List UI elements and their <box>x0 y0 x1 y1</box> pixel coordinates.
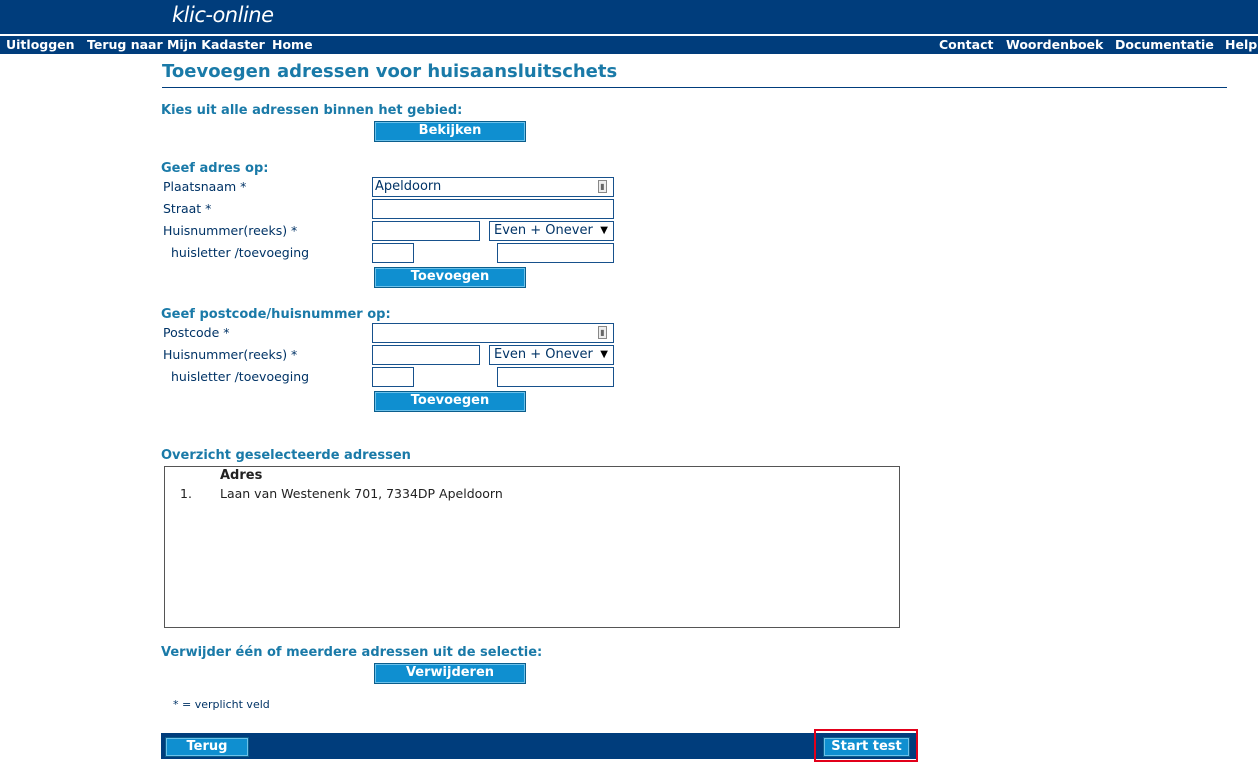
bekijken-button[interactable]: Bekijken <box>374 121 526 142</box>
nav-terug-mijn-kadaster-link[interactable]: Terug naar Mijn Kadaster <box>87 37 265 52</box>
plaatsnaam-value: Apeldoorn <box>375 179 442 194</box>
nav-uitloggen-link[interactable]: Uitloggen <box>6 37 75 52</box>
chevron-down-icon: ▼ <box>600 349 608 360</box>
plaatsnaam-label: Plaatsnaam * <box>163 179 247 194</box>
postcode-parity-selected-value: Even + Onever <box>494 347 593 362</box>
straat-input[interactable] <box>372 199 614 219</box>
toevoeging-input[interactable] <box>497 243 614 263</box>
nav-documentatie-link[interactable]: Documentatie <box>1115 37 1214 52</box>
toevoegen-address-button[interactable]: Toevoegen <box>374 267 526 288</box>
title-divider <box>162 87 1227 88</box>
required-field-note: * = verplicht veld <box>173 698 270 711</box>
plaatsnaam-input[interactable]: Apeldoorn ▮ <box>372 177 614 197</box>
huisletter-label: huisletter /toevoeging <box>171 245 310 260</box>
toevoegen-postcode-button[interactable]: Toevoegen <box>374 391 526 412</box>
postcode-huisletter-label: huisletter /toevoeging <box>171 369 310 384</box>
main-navigation: Uitloggen Terug naar Mijn Kadaster Home … <box>0 35 1258 54</box>
postcode-input[interactable]: ▮ <box>372 323 614 343</box>
start-test-highlight <box>814 729 918 762</box>
postcode-huisletter-input[interactable] <box>372 367 414 387</box>
huisnummer-input[interactable] <box>372 221 480 241</box>
nav-home-link[interactable]: Home <box>272 37 313 52</box>
terug-button[interactable]: Terug <box>165 737 249 757</box>
overview-heading: Overzicht geselecteerde adressen <box>161 448 411 463</box>
footer-action-bar <box>161 733 918 759</box>
list-item-address[interactable]: Laan van Westenenk 701, 7334DP Apeldoorn <box>220 486 503 501</box>
parity-select[interactable]: Even + Onever ▼ <box>489 221 614 241</box>
top-banner: klic-online <box>0 0 1258 34</box>
chevron-down-icon: ▼ <box>600 225 608 236</box>
autofill-icon: ▮ <box>598 326 607 339</box>
verwijderen-button[interactable]: Verwijderen <box>374 663 526 684</box>
postcode-label: Postcode * <box>163 325 230 340</box>
postcode-section-heading: Geef postcode/huisnummer op: <box>161 307 391 322</box>
huisnummer-label: Huisnummer(reeks) * <box>163 223 298 238</box>
address-section-heading: Geef adres op: <box>161 161 269 176</box>
postcode-toevoeging-input[interactable] <box>497 367 614 387</box>
postcode-huisnummer-input[interactable] <box>372 345 480 365</box>
site-logo: klic-online <box>172 3 274 27</box>
nav-woordenboek-link[interactable]: Woordenboek <box>1006 37 1103 52</box>
huisletter-input[interactable] <box>372 243 414 263</box>
list-item-number: 1. <box>180 486 192 501</box>
area-section-heading: Kies uit alle adressen binnen het gebied… <box>161 103 463 118</box>
parity-selected-value: Even + Onever <box>494 223 593 238</box>
adres-column-header: Adres <box>220 468 263 483</box>
remove-section-heading: Verwijder één of meerdere adressen uit d… <box>161 645 543 660</box>
postcode-huisnummer-label: Huisnummer(reeks) * <box>163 347 298 362</box>
autofill-icon: ▮ <box>598 180 607 193</box>
postcode-parity-select[interactable]: Even + Onever ▼ <box>489 345 614 365</box>
selected-addresses-list[interactable]: Adres 1. Laan van Westenenk 701, 7334DP … <box>164 466 900 628</box>
straat-label: Straat * <box>163 201 212 216</box>
nav-contact-link[interactable]: Contact <box>939 37 993 52</box>
nav-help-link[interactable]: Help <box>1225 37 1257 52</box>
page-title: Toevoegen adressen voor huisaansluitsche… <box>162 61 618 82</box>
